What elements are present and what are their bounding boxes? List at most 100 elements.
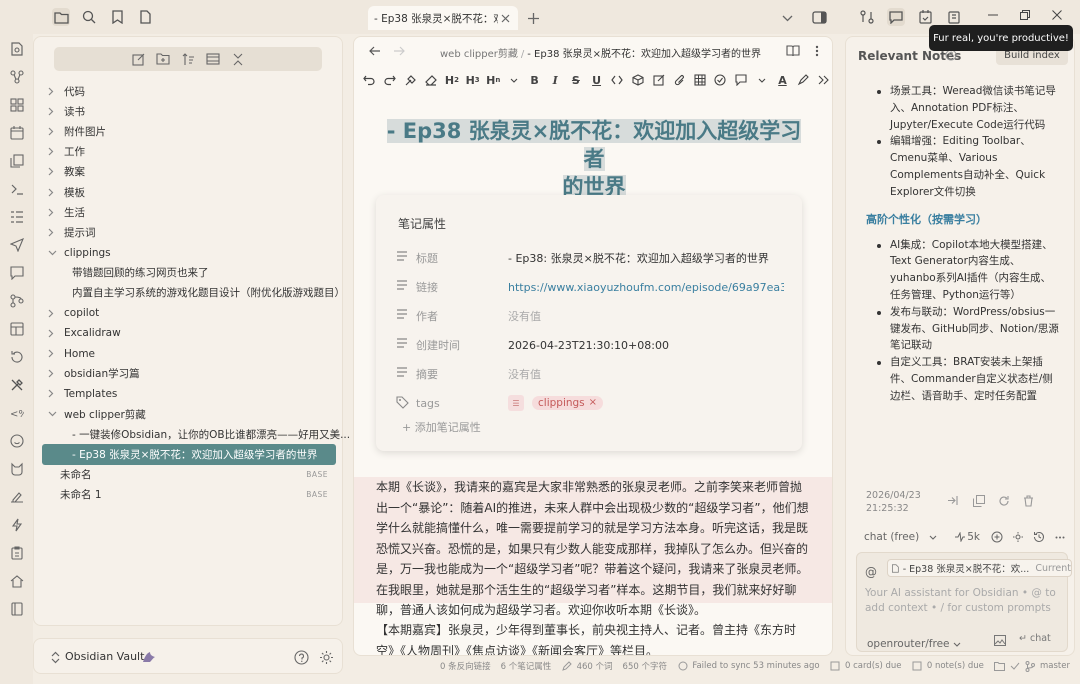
property-value[interactable]: https://www.xiaoyuzhoufm.com/episode/69a… bbox=[508, 281, 784, 294]
tree-folder[interactable]: web clipper剪藏 bbox=[42, 404, 336, 424]
chat-input-box[interactable]: @ - Ep38 张泉灵×脱不花：欢... Current Your AI as… bbox=[856, 552, 1072, 652]
percent-icon[interactable]: <% bbox=[8, 404, 25, 421]
sort-icon[interactable] bbox=[180, 51, 196, 67]
note-title[interactable]: - Ep38 张泉灵×脱不花：欢迎加入超级学习者 的世界 bbox=[378, 117, 810, 201]
document-icon[interactable] bbox=[8, 40, 25, 57]
tree-folder[interactable]: 读书 bbox=[42, 101, 336, 121]
arrow-right-icon[interactable] bbox=[390, 42, 408, 60]
minimize-icon[interactable] bbox=[985, 6, 1001, 24]
chat-icon[interactable] bbox=[887, 8, 905, 26]
property-key[interactable]: tags bbox=[416, 397, 508, 410]
tree-file[interactable]: - Ep38 张泉灵×脱不花：欢迎加入超级学习者的世界 bbox=[42, 444, 336, 465]
add-context-at[interactable]: @ bbox=[865, 565, 877, 579]
tag-icon[interactable] bbox=[396, 396, 410, 410]
chevron-right-icon[interactable] bbox=[48, 349, 58, 358]
tree-folder[interactable]: 提示词 bbox=[42, 222, 336, 242]
insert-icon[interactable] bbox=[946, 493, 961, 508]
heading-n-button[interactable]: Hn bbox=[483, 70, 504, 90]
tab-active-note[interactable]: - Ep38 张泉灵×脱不花：欢... bbox=[368, 6, 518, 30]
heading-dropdown-icon[interactable] bbox=[504, 70, 525, 90]
signature-icon[interactable] bbox=[8, 488, 25, 505]
git-icon[interactable] bbox=[8, 292, 25, 309]
trash-icon[interactable] bbox=[1021, 493, 1036, 508]
heading-2-button[interactable]: H2 bbox=[442, 70, 463, 90]
tree-folder[interactable]: obsidian学习篇 bbox=[42, 364, 336, 384]
git-branch-icon[interactable] bbox=[1025, 660, 1036, 672]
tree-folder[interactable]: 教案 bbox=[42, 162, 336, 182]
property-value[interactable]: - Ep38: 张泉灵×脱不花：欢迎加入超级学习者的世界 bbox=[508, 250, 784, 266]
text-lines-icon[interactable] bbox=[396, 338, 410, 352]
bookmark-icon[interactable] bbox=[108, 8, 126, 26]
search-icon[interactable] bbox=[80, 8, 98, 26]
sidebar-toggle-icon[interactable] bbox=[810, 8, 828, 26]
breadcrumb-current[interactable]: - Ep38 张泉灵×脱不花：欢迎加入超级学习者的世界 bbox=[527, 49, 761, 60]
help-icon[interactable] bbox=[292, 648, 310, 666]
table-icon[interactable] bbox=[690, 70, 711, 90]
model-select[interactable]: openrouter/free bbox=[867, 638, 961, 650]
tree-folder[interactable]: Excalidraw bbox=[42, 323, 336, 343]
terminal-icon[interactable] bbox=[8, 180, 25, 197]
image-icon[interactable] bbox=[993, 633, 1007, 647]
property-value[interactable]: 2026-04-23T21:30:10+08:00 bbox=[508, 339, 784, 352]
history-icon[interactable] bbox=[8, 348, 25, 365]
calendar-check-icon[interactable] bbox=[916, 8, 934, 26]
chevron-right-icon[interactable] bbox=[48, 208, 58, 217]
property-value[interactable]: 没有值 bbox=[508, 308, 784, 324]
chevron-right-icon[interactable] bbox=[48, 167, 58, 176]
file-icon[interactable] bbox=[136, 8, 154, 26]
cat-icon[interactable] bbox=[8, 460, 25, 477]
tree-file[interactable]: 未命名 1 BASE bbox=[42, 485, 336, 505]
arrow-left-icon[interactable] bbox=[366, 42, 384, 60]
heading-3-button[interactable]: H3 bbox=[462, 70, 483, 90]
property-key[interactable]: 作者 bbox=[416, 308, 508, 324]
tree-folder[interactable]: 模板 bbox=[42, 182, 336, 202]
tree-file[interactable]: 带错题回顾的练习网页也来了 bbox=[42, 263, 336, 283]
undo-icon[interactable] bbox=[359, 70, 380, 90]
bold-button[interactable]: B bbox=[524, 70, 545, 90]
strikethrough-button[interactable]: S bbox=[566, 70, 587, 90]
folder-icon[interactable] bbox=[52, 8, 70, 26]
property-key[interactable]: 创建时间 bbox=[416, 337, 508, 353]
callout-icon[interactable] bbox=[731, 70, 752, 90]
italic-button[interactable]: I bbox=[545, 70, 566, 90]
send-chat-button[interactable]: ↵ chat bbox=[1019, 633, 1051, 644]
graph-icon[interactable] bbox=[8, 68, 25, 85]
emoji-icon[interactable] bbox=[8, 432, 25, 449]
property-key[interactable]: 链接 bbox=[416, 279, 508, 295]
more-options-icon[interactable] bbox=[1053, 530, 1068, 545]
book-open-icon[interactable] bbox=[784, 42, 802, 60]
folder-icon[interactable] bbox=[994, 660, 1006, 672]
settings-icon[interactable] bbox=[1011, 530, 1026, 545]
regenerate-icon[interactable] bbox=[996, 493, 1011, 508]
notes-icon[interactable] bbox=[911, 660, 922, 672]
chevron-right-icon[interactable] bbox=[48, 309, 58, 318]
highlighter-icon[interactable] bbox=[793, 70, 814, 90]
remove-tag-icon[interactable]: × bbox=[589, 397, 597, 408]
context-note-chip[interactable]: - Ep38 张泉灵×脱不花：欢... Current bbox=[887, 559, 1072, 577]
calendar-icon[interactable] bbox=[8, 124, 25, 141]
auto-reveal-icon[interactable] bbox=[205, 51, 221, 67]
add-property-button[interactable]: + 添加笔记属性 bbox=[402, 419, 481, 435]
chevron-down-icon[interactable] bbox=[48, 250, 58, 256]
tree-file[interactable]: 未命名 BASE bbox=[42, 465, 336, 485]
callout-dropdown-icon[interactable] bbox=[751, 70, 772, 90]
chevron-down-icon[interactable] bbox=[778, 9, 796, 27]
chevron-right-icon[interactable] bbox=[48, 87, 58, 96]
new-note-icon[interactable] bbox=[130, 51, 146, 67]
tree-folder[interactable]: Templates bbox=[42, 384, 336, 404]
cards-icon[interactable] bbox=[945, 8, 963, 26]
new-folder-icon[interactable] bbox=[155, 51, 171, 67]
vault-name[interactable]: Obsidian Vault bbox=[65, 650, 144, 663]
tree-folder[interactable]: Home bbox=[42, 343, 336, 363]
body-paragraph-2[interactable]: 【本期嘉宾】张泉灵，少年得到董事长，前央视主持人、记者。曾主持《东方时空》《人物… bbox=[376, 620, 812, 655]
text-lines-icon[interactable] bbox=[396, 367, 410, 381]
breadcrumb-folder[interactable]: web clipper剪藏 bbox=[440, 49, 518, 60]
chevron-right-icon[interactable] bbox=[48, 369, 58, 378]
list-icon[interactable] bbox=[8, 208, 25, 225]
check-icon[interactable] bbox=[1009, 660, 1020, 672]
property-key[interactable]: 标题 bbox=[416, 250, 508, 266]
font-color-button[interactable]: A bbox=[772, 70, 793, 90]
tree-file[interactable]: 内置自主学习系统的游戏化题目设计（附优化版游戏题目） bbox=[42, 283, 345, 303]
chevron-down-icon[interactable] bbox=[925, 530, 940, 545]
send-icon[interactable] bbox=[8, 236, 25, 253]
